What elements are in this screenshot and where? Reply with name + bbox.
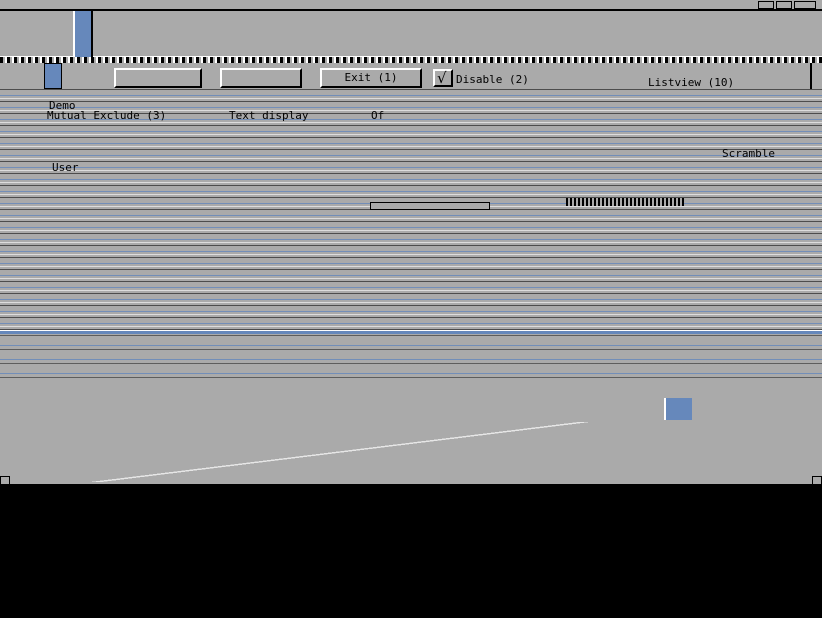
disable-label: Disable (2) — [456, 73, 529, 86]
blank-button-2[interactable] — [220, 68, 302, 88]
blank-button-1[interactable] — [114, 68, 202, 88]
upper-scroller[interactable] — [73, 11, 93, 57]
size-gadget-icon[interactable] — [812, 476, 822, 484]
garbled-display-region — [0, 89, 822, 333]
zoom-gadget-icon[interactable] — [794, 1, 816, 9]
close-gadget-icon[interactable] — [44, 63, 62, 89]
depth-gadget-icon[interactable] — [758, 1, 774, 9]
of-label: Of — [371, 109, 385, 122]
screen-title-bar[interactable] — [0, 0, 822, 11]
user-label: User — [52, 161, 79, 174]
depth-gadget-icon[interactable] — [776, 1, 792, 9]
amiga-screen: Exit (1) √ Disable (2) Listview (10) Dem… — [0, 0, 822, 484]
exit-button[interactable]: Exit (1) — [320, 68, 422, 88]
window-edge — [810, 63, 812, 89]
text-display-label: Text display — [229, 109, 309, 122]
scroll-knob[interactable] — [664, 398, 692, 420]
slider-1[interactable] — [370, 202, 490, 210]
diagonal-artifact — [0, 422, 680, 482]
upper-panel — [0, 11, 822, 57]
size-gadget-icon[interactable] — [0, 476, 10, 484]
mutual-exclude-label: Mutual Exclude (3) — [47, 109, 167, 122]
slider-2[interactable] — [566, 198, 684, 206]
scramble-label: Scramble — [722, 147, 775, 160]
lower-garbled-panel — [0, 334, 822, 384]
listview-label: Listview (10) — [648, 76, 735, 89]
disable-checkbox[interactable]: √ — [433, 69, 453, 87]
check-mark-icon: √ — [437, 69, 447, 87]
